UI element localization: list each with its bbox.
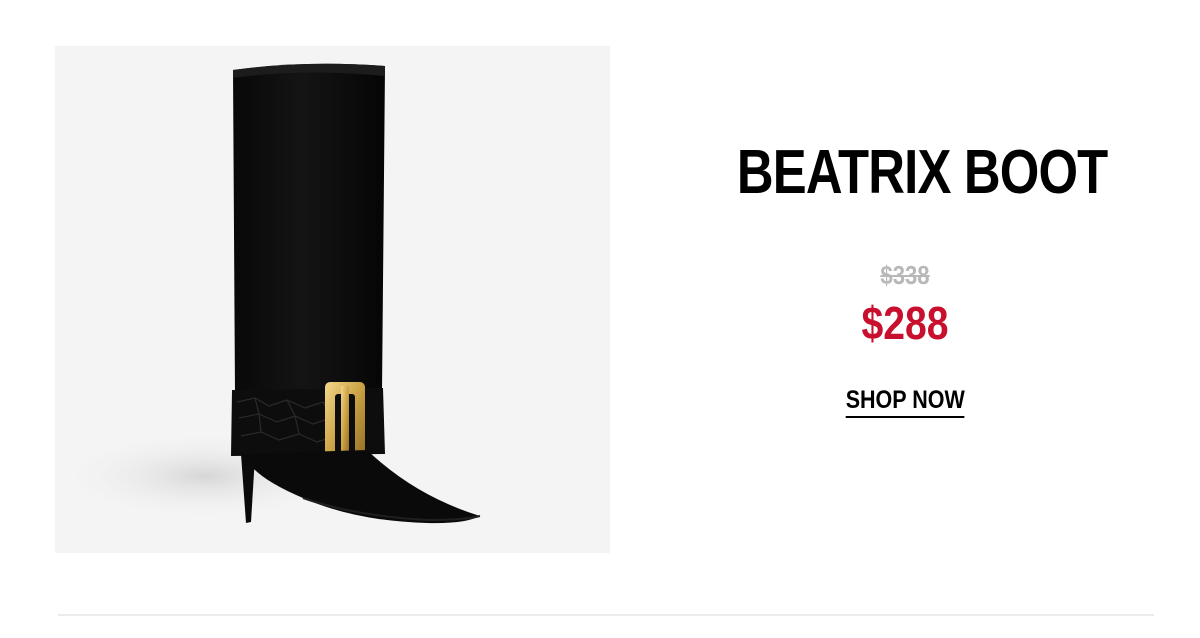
product-title: BEATRIX BOOT — [736, 138, 1108, 207]
divider — [58, 614, 1154, 616]
sale-price: $288 — [861, 297, 949, 349]
boot-image — [55, 63, 481, 524]
shop-now-link[interactable]: SHOP NOW — [845, 386, 965, 418]
original-price: $338 — [880, 260, 930, 290]
product-info: BEATRIX BOOT $338 $288 SHOP NOW — [700, 130, 1110, 418]
product-image[interactable] — [55, 46, 610, 553]
